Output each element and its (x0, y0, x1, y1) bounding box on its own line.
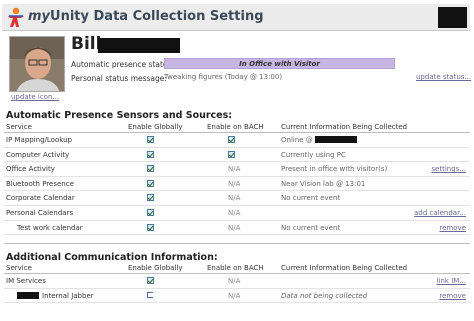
table-row: Computer Activity Currently using PC (4, 148, 470, 163)
table-row: Office Activity N/A Present in office wi… (4, 162, 470, 177)
table-row: Internal Jabber N/A Data not being colle… (4, 289, 470, 304)
col-current-info: Current Information Being Collected (281, 264, 408, 272)
redacted-block (314, 136, 357, 143)
table-header: Service Enable Globally Enable on BACH C… (4, 263, 470, 274)
col-enable-bach: Enable on BACH (207, 123, 264, 131)
service-name: IM Services (6, 277, 46, 285)
comms-table: Service Enable Globally Enable on BACH C… (4, 263, 470, 304)
enable-bach-checkbox[interactable] (228, 150, 235, 160)
person-logo-icon (8, 7, 24, 27)
sensors-section-title: Automatic Presence Sensors and Sources: (6, 110, 233, 121)
redacted-surname (98, 38, 180, 53)
service-name: Test work calendar (17, 223, 83, 232)
enable-globally-checkbox[interactable] (147, 165, 154, 174)
current-info: Online @ (281, 136, 357, 144)
enable-globally-checkbox[interactable] (147, 179, 154, 189)
service-name: Bluetooth Presence (6, 179, 74, 188)
enable-globally-checkbox[interactable] (147, 150, 154, 160)
status-label: Personal status message: (71, 74, 167, 83)
enable-bach-na: N/A (228, 291, 241, 300)
current-info: Data not being collected (281, 291, 368, 300)
service-name: Corporate Calendar (6, 194, 75, 203)
enable-globally-checkbox[interactable] (147, 208, 154, 218)
col-enable-globally: Enable Globally (128, 123, 183, 131)
enable-bach-na: N/A (228, 223, 241, 232)
remove-link[interactable]: remove (439, 292, 466, 300)
section-divider (4, 243, 470, 244)
current-info: Currently using PC (281, 150, 346, 159)
app-title: myUnity Data Collection Setting (28, 9, 264, 24)
service-name: Office Activity (6, 165, 55, 174)
col-enable-globally: Enable Globally (128, 264, 183, 272)
enable-globally-checkbox[interactable] (147, 291, 153, 300)
enable-globally-checkbox[interactable] (147, 223, 154, 233)
enable-bach-na: N/A (228, 277, 241, 285)
current-info: No current event (281, 194, 341, 203)
avatar (9, 36, 65, 92)
table-row: Test work calendar N/A No current event … (4, 221, 470, 236)
enable-bach-na: N/A (228, 165, 241, 174)
enable-globally-checkbox[interactable] (147, 194, 154, 203)
user-name: Bill (71, 34, 102, 54)
current-info: No current event (281, 223, 341, 232)
col-service: Service (6, 123, 32, 131)
redacted-block (438, 7, 467, 28)
table-header: Service Enable Globally Enable on BACH C… (4, 122, 470, 133)
table-row: Personal Calendars N/A add calendar... (4, 206, 470, 221)
enable-bach-checkbox[interactable] (228, 136, 235, 145)
redacted-block (17, 291, 39, 299)
enable-bach-na: N/A (228, 179, 241, 188)
table-row: IP Mapping/Lookup Online @ (4, 133, 470, 148)
presence-state-value: In Office with Visitor (164, 58, 395, 69)
add-calendar-link[interactable]: add calendar... (414, 209, 466, 217)
current-info: Near Vision lab @ 13:01 (281, 179, 366, 188)
service-name: Computer Activity (6, 150, 70, 159)
service-name: Internal Jabber (17, 291, 94, 300)
sensors-table: Service Enable Globally Enable on BACH C… (4, 122, 470, 236)
col-service: Service (6, 264, 32, 272)
enable-bach-na: N/A (228, 208, 241, 217)
status-message: Tweaking figures (Today @ 13:00) (164, 73, 283, 81)
service-name: Personal Calendars (6, 208, 74, 217)
remove-link[interactable]: remove (439, 224, 466, 232)
presence-label: Automatic presence state: (71, 60, 171, 69)
table-row: IM Services N/A link IM... (4, 274, 470, 289)
table-row: Bluetooth Presence N/A Near Vision lab @… (4, 177, 470, 192)
table-row: Corporate Calendar N/A No current event (4, 191, 470, 206)
user-photo-icon (10, 37, 64, 91)
col-current-info: Current Information Being Collected (281, 123, 408, 131)
current-info: Present in office with visitor(s) (281, 165, 388, 174)
enable-globally-checkbox[interactable] (147, 136, 154, 145)
col-enable-bach: Enable on BACH (207, 264, 264, 272)
enable-globally-checkbox[interactable] (147, 277, 154, 286)
update-icon-link[interactable]: update icon... (11, 93, 59, 101)
enable-bach-na: N/A (228, 194, 241, 203)
service-name: IP Mapping/Lookup (6, 136, 72, 144)
link-im-link[interactable]: link IM... (437, 277, 466, 285)
update-status-link[interactable]: update status... (416, 73, 471, 81)
comms-section-title: Additional Communication Information: (6, 252, 218, 263)
settings-link[interactable]: settings... (431, 165, 466, 173)
header-bar: myUnity Data Collection Setting (2, 4, 470, 31)
